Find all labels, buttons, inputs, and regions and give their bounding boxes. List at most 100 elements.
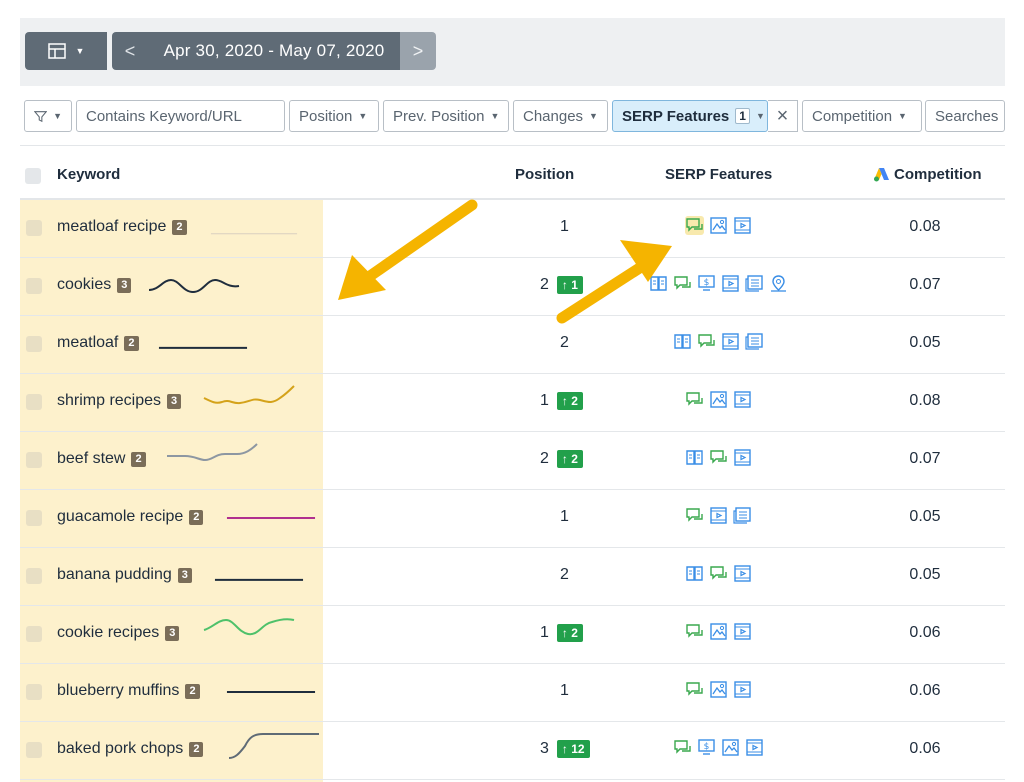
video-feature-icon[interactable] — [733, 680, 752, 699]
prev-position-filter-button[interactable]: Prev. Position ▼ — [383, 100, 509, 132]
review-feature-icon[interactable] — [685, 506, 704, 525]
table-row[interactable]: blueberry muffins 2 1 0.06 — [20, 664, 1005, 722]
date-range-label[interactable]: Apr 30, 2020 - May 07, 2020 — [148, 32, 400, 70]
table-row[interactable]: shrimp recipes 3 1 ↑ 2 0.08 — [20, 374, 1005, 432]
video-feature-icon[interactable] — [733, 564, 752, 583]
keyword-cell[interactable]: banana pudding 3 — [57, 566, 192, 584]
review-feature-icon[interactable] — [684, 216, 704, 235]
table-row[interactable]: cookie recipes 3 1 ↑ 2 0.06 — [20, 606, 1005, 664]
video-feature-icon[interactable] — [721, 274, 740, 293]
select-all-checkbox[interactable] — [25, 168, 41, 184]
review-feature-icon[interactable] — [709, 564, 728, 583]
shopping-feature-icon[interactable]: $ — [697, 274, 716, 293]
knowledge-feature-icon[interactable] — [649, 274, 668, 293]
news-feature-icon[interactable] — [732, 506, 752, 525]
table-row[interactable]: beef stew 2 2 ↑ 2 0.07 — [20, 432, 1005, 490]
filter-menu-button[interactable]: ▼ — [24, 100, 72, 132]
row-checkbox[interactable] — [26, 742, 42, 758]
video-feature-icon[interactable] — [733, 622, 752, 641]
serp-features-cell — [685, 390, 752, 409]
keyword-cell[interactable]: beef stew 2 — [57, 450, 146, 468]
row-checkbox[interactable] — [26, 336, 42, 352]
serp-features-filter-button[interactable]: SERP Features 1 ▼ — [612, 100, 768, 132]
position-filter-button[interactable]: Position ▼ — [289, 100, 379, 132]
row-checkbox[interactable] — [26, 452, 42, 468]
date-prev-button[interactable]: < — [112, 32, 148, 70]
table-row[interactable]: guacamole recipe 2 1 0.05 — [20, 490, 1005, 548]
competition-filter-button[interactable]: Competition ▼ — [802, 100, 922, 132]
keyword-cell[interactable]: meatloaf recipe 2 — [57, 218, 187, 236]
arrow-up-icon: ↑ — [561, 742, 572, 756]
row-checkbox[interactable] — [26, 568, 42, 584]
changes-filter-button[interactable]: Changes ▼ — [513, 100, 608, 132]
video-feature-icon[interactable] — [733, 216, 752, 235]
knowledge-feature-icon[interactable] — [685, 448, 704, 467]
row-checkbox[interactable] — [26, 626, 42, 642]
review-feature-icon[interactable] — [673, 274, 692, 293]
keyword-cell[interactable]: shrimp recipes 3 — [57, 392, 182, 410]
table-row[interactable]: meatloaf recipe 2 1 0.08 — [20, 200, 1005, 258]
arrow-up-icon: ↑ — [561, 278, 572, 292]
keyword-cell[interactable]: baked pork chops 2 — [57, 740, 204, 758]
position-value: 2 — [540, 450, 549, 467]
keyword-cell[interactable]: meatloaf 2 — [57, 334, 139, 352]
review-feature-icon[interactable] — [709, 448, 728, 467]
review-feature-icon[interactable] — [685, 390, 704, 409]
video-feature-icon[interactable] — [745, 738, 764, 757]
keyword-cell[interactable]: guacamole recipe 2 — [57, 508, 204, 526]
searches-filter-button[interactable]: Searches — [925, 100, 1005, 132]
view-toggle-button[interactable]: ▼ — [25, 32, 107, 70]
keyword-url-count-badge: 2 — [189, 741, 204, 757]
keyword-url-count-badge: 2 — [172, 219, 187, 235]
review-feature-icon[interactable] — [685, 622, 704, 641]
video-feature-icon[interactable] — [709, 506, 728, 525]
keyword-text: blueberry muffins — [57, 682, 180, 699]
image-feature-icon[interactable] — [709, 622, 728, 641]
image-feature-icon[interactable] — [721, 738, 740, 757]
review-feature-icon[interactable] — [697, 332, 716, 351]
row-checkbox[interactable] — [26, 394, 42, 410]
table-header: Keyword Position SERP Features Competiti… — [20, 152, 1005, 200]
chevron-down-icon: ▼ — [898, 111, 907, 121]
image-feature-icon[interactable] — [709, 390, 728, 409]
table-row[interactable]: meatloaf 2 2 0.05 — [20, 316, 1005, 374]
row-checkbox[interactable] — [26, 684, 42, 700]
row-checkbox[interactable] — [26, 220, 42, 236]
row-checkbox[interactable] — [26, 510, 42, 526]
date-next-button[interactable]: > — [400, 32, 436, 70]
position-change-badge: ↑ 2 — [556, 392, 583, 410]
keyword-cell[interactable]: cookies 3 — [57, 276, 132, 294]
keyword-cell[interactable]: blueberry muffins 2 — [57, 682, 200, 700]
serp-features-cell — [685, 506, 752, 525]
video-feature-icon[interactable] — [733, 390, 752, 409]
competition-cell: 0.07 — [909, 450, 941, 467]
table-row[interactable]: banana pudding 3 2 0.05 — [20, 548, 1005, 606]
review-feature-icon[interactable] — [685, 680, 704, 699]
review-feature-icon[interactable] — [673, 738, 692, 757]
position-change-badge: ↑ 1 — [556, 276, 583, 294]
position-value: 2 — [540, 276, 549, 293]
position-history-sparkline — [167, 443, 258, 462]
keyword-column-header[interactable]: Keyword — [57, 166, 120, 183]
clear-serp-filter-button[interactable]: × — [768, 100, 798, 132]
image-feature-icon[interactable] — [709, 216, 728, 235]
news-feature-icon[interactable] — [744, 274, 764, 293]
position-history-sparkline — [214, 578, 304, 581]
shopping-feature-icon[interactable]: $ — [697, 738, 716, 757]
local-feature-icon[interactable] — [769, 274, 788, 293]
serp-features-column-header[interactable]: SERP Features — [665, 166, 772, 183]
image-feature-icon[interactable] — [709, 680, 728, 699]
news-feature-icon[interactable] — [744, 332, 764, 351]
arrow-up-icon: ↑ — [561, 452, 572, 466]
table-row[interactable]: baked pork chops 2 3 ↑ 12 $0.06 — [20, 722, 1005, 780]
knowledge-feature-icon[interactable] — [685, 564, 704, 583]
competition-column-header[interactable]: Competition — [873, 166, 982, 183]
video-feature-icon[interactable] — [721, 332, 740, 351]
keyword-url-search-input[interactable]: Contains Keyword/URL — [76, 100, 285, 132]
knowledge-feature-icon[interactable] — [673, 332, 692, 351]
table-row[interactable]: cookies 3 2 ↑ 1 $0.07 — [20, 258, 1005, 316]
video-feature-icon[interactable] — [733, 448, 752, 467]
position-column-header[interactable]: Position — [515, 166, 574, 183]
row-checkbox[interactable] — [26, 278, 42, 294]
keyword-cell[interactable]: cookie recipes 3 — [57, 624, 180, 642]
